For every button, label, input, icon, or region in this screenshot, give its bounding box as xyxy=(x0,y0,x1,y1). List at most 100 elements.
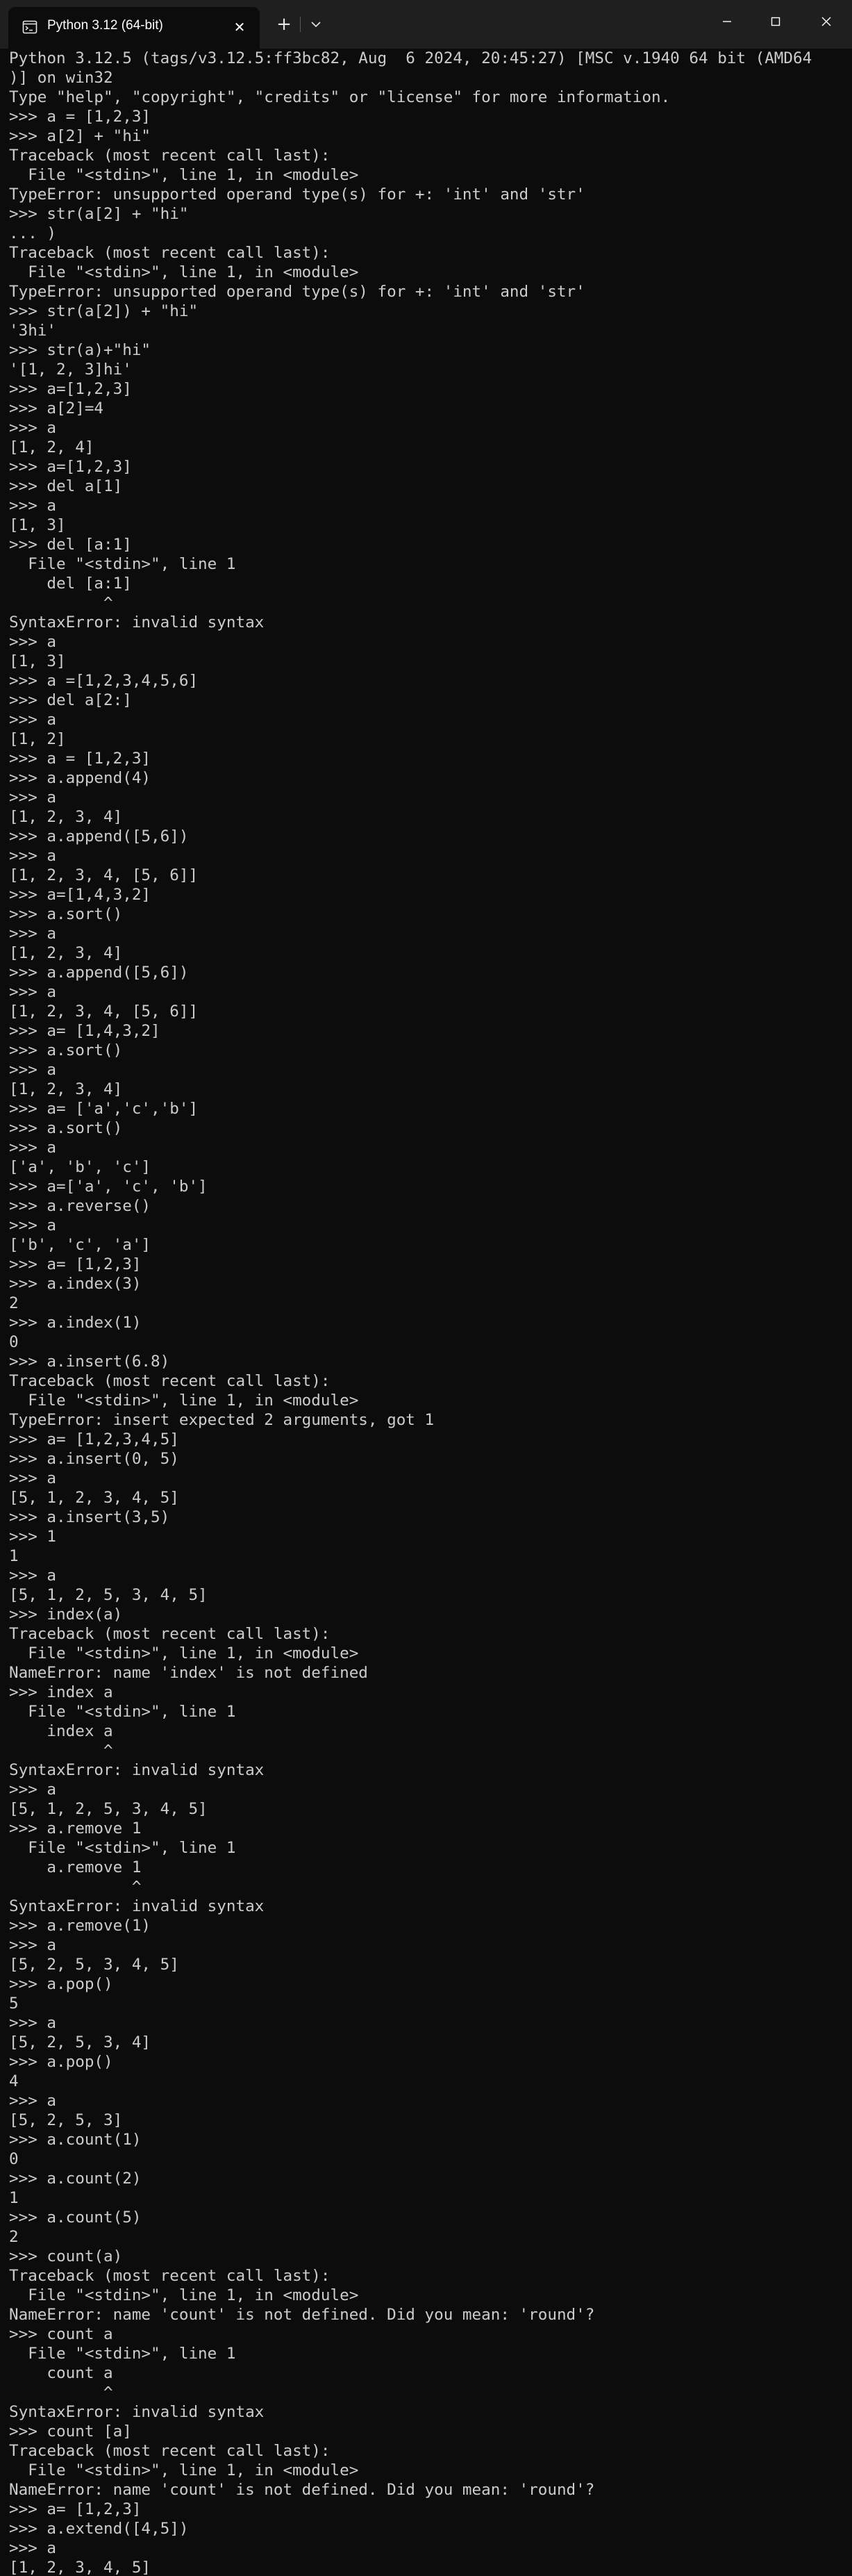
terminal-line: [5, 2, 5, 3, 4] xyxy=(9,2033,151,2051)
terminal-line: [1, 2] xyxy=(9,730,66,748)
terminal-line: >>> count a xyxy=(9,2325,113,2343)
terminal-line: >>> a.count(1) xyxy=(9,2131,142,2149)
terminal-line: >>> del [a:1] xyxy=(9,536,132,554)
terminal-line: Traceback (most recent call last): xyxy=(9,2442,331,2460)
terminal-line: File "<stdin>", line 1, in <module> xyxy=(9,2461,359,2479)
terminal-line: SyntaxError: invalid syntax xyxy=(9,2403,265,2421)
terminal-line: TypeError: unsupported operand type(s) f… xyxy=(9,283,585,301)
terminal-line: Traceback (most recent call last): xyxy=(9,147,331,165)
terminal-line: ['b', 'c', 'a'] xyxy=(9,1236,151,1254)
plus-icon[interactable]: + xyxy=(272,10,296,39)
terminal-line: '[1, 2, 3]hi' xyxy=(9,361,132,379)
terminal-line: SyntaxError: invalid syntax xyxy=(9,613,265,631)
terminal-line: [1, 3] xyxy=(9,652,66,670)
terminal-line: >>> str(a[2]) + "hi" xyxy=(9,302,199,320)
terminal-line: Traceback (most recent call last): xyxy=(9,244,331,262)
terminal-line: 0 xyxy=(9,2150,19,2168)
close-icon[interactable]: ✕ xyxy=(229,17,250,38)
terminal-line: >>> a = [1,2,3] xyxy=(9,750,151,768)
terminal-line: 1 xyxy=(9,2189,19,2207)
terminal-line: File "<stdin>", line 1, in <module> xyxy=(9,1392,359,1410)
terminal-line: >>> a xyxy=(9,2092,57,2110)
terminal-line: [1, 3] xyxy=(9,516,66,534)
terminal-line: >>> a =[1,2,3,4,5,6] xyxy=(9,672,199,690)
terminal-line: >>> 1 xyxy=(9,1528,57,1546)
terminal-line: >>> a= [1,2,3] xyxy=(9,1255,142,1273)
terminal-line: >>> a xyxy=(9,983,57,1001)
terminal-line: NameError: name 'count' is not defined. … xyxy=(9,2481,595,2499)
terminal-line: >>> del a[2:] xyxy=(9,691,132,709)
terminal-line: >>> a xyxy=(9,711,57,729)
terminal-line: File "<stdin>", line 1 xyxy=(9,2345,236,2363)
terminal-line: [1, 2, 3, 4, 5] xyxy=(9,2559,151,2576)
terminal-line: >>> a xyxy=(9,633,57,651)
terminal-line: File "<stdin>", line 1, in <module> xyxy=(9,1644,359,1662)
terminal-line: 2 xyxy=(9,1294,19,1312)
terminal-line: [1, 2, 3, 4, [5, 6]] xyxy=(9,1002,199,1021)
terminal-line: >>> a.count(2) xyxy=(9,2170,142,2188)
terminal-line: >>> a.insert(6.8) xyxy=(9,1353,170,1371)
terminal-line: >>> a.sort() xyxy=(9,1041,123,1059)
terminal-line: >>> a xyxy=(9,419,57,437)
terminal-line: >>> a.remove(1) xyxy=(9,1917,151,1935)
tab-title: Python 3.12 (64-bit) xyxy=(47,18,163,33)
terminal-line: File "<stdin>", line 1, in <module> xyxy=(9,2286,359,2304)
terminal-line: Python 3.12.5 (tags/v3.12.5:ff3bc82, Aug… xyxy=(9,49,812,67)
terminal-line: ^ xyxy=(9,594,113,612)
terminal-line: >>> a.index(1) xyxy=(9,1314,142,1332)
terminal-line: >>> a.sort() xyxy=(9,1119,123,1137)
terminal-line: >>> a.insert(0, 5) xyxy=(9,1450,179,1468)
terminal-line: >>> a.append(4) xyxy=(9,769,151,787)
maximize-icon[interactable] xyxy=(751,0,800,43)
terminal-line: SyntaxError: invalid syntax xyxy=(9,1897,265,1915)
terminal-line: >>> a[2] + "hi" xyxy=(9,127,151,145)
terminal-output[interactable]: Python 3.12.5 (tags/v3.12.5:ff3bc82, Aug… xyxy=(9,49,846,2576)
terminal-line: TypeError: insert expected 2 arguments, … xyxy=(9,1411,435,1429)
terminal-line: Traceback (most recent call last): xyxy=(9,1372,331,1390)
terminal-line: >>> a.index(3) xyxy=(9,1275,142,1293)
terminal-line: >>> a xyxy=(9,2014,57,2032)
terminal-line: NameError: name 'count' is not defined. … xyxy=(9,2306,595,2324)
terminal-line: [5, 2, 5, 3, 4, 5] xyxy=(9,1956,179,1974)
terminal-line: >>> a xyxy=(9,925,57,943)
terminal-line: >>> a xyxy=(9,1781,57,1799)
terminal-line: ^ xyxy=(9,1742,113,1760)
terminal-line: 1 xyxy=(9,1547,19,1565)
terminal-line: [1, 2, 3, 4] xyxy=(9,808,123,826)
terminal-line: 2 xyxy=(9,2228,19,2246)
terminal-line: index a xyxy=(9,1722,113,1740)
terminal-line: >>> a xyxy=(9,1936,57,1954)
terminal-line: [1, 2, 3, 4] xyxy=(9,1080,123,1098)
terminal-line: >>> a xyxy=(9,847,57,865)
terminal-line: >>> a.append([5,6]) xyxy=(9,964,189,982)
terminal-line: SyntaxError: invalid syntax xyxy=(9,1761,265,1779)
terminal-line: [5, 1, 2, 5, 3, 4, 5] xyxy=(9,1800,208,1818)
terminal-line: Traceback (most recent call last): xyxy=(9,2267,331,2285)
terminal-line: >>> a= ['a','c','b'] xyxy=(9,1100,199,1118)
terminal-line: count a xyxy=(9,2364,113,2382)
terminal-line: >>> a=[1,2,3] xyxy=(9,458,132,476)
terminal-line: >>> a xyxy=(9,497,57,515)
terminal-line: >>> a=[1,2,3] xyxy=(9,380,132,398)
terminal-line: >>> a.count(5) xyxy=(9,2208,142,2227)
terminal-line: 5 xyxy=(9,1995,19,2013)
window-close-icon[interactable] xyxy=(802,0,851,43)
chevron-down-icon[interactable] xyxy=(306,10,326,39)
terminal-line: File "<stdin>", line 1 xyxy=(9,1839,236,1857)
title-bar[interactable]: Python 3.12 (64-bit) ✕ + xyxy=(0,0,852,49)
terminal-line: >>> a.insert(3,5) xyxy=(9,1508,170,1526)
tab-python[interactable]: Python 3.12 (64-bit) ✕ xyxy=(8,7,260,49)
terminal-line: >>> a= [1,2,3] xyxy=(9,2500,142,2518)
terminal-line: [5, 1, 2, 3, 4, 5] xyxy=(9,1489,179,1507)
terminal-line: TypeError: unsupported operand type(s) f… xyxy=(9,185,585,204)
terminal-line: NameError: name 'index' is not defined xyxy=(9,1664,368,1682)
terminal-line: File "<stdin>", line 1, in <module> xyxy=(9,263,359,281)
terminal-line: >>> index(a) xyxy=(9,1605,123,1624)
minimize-icon[interactable] xyxy=(703,0,751,43)
terminal-line: >>> a= [1,2,3,4,5] xyxy=(9,1430,179,1448)
tab-divider xyxy=(300,17,301,32)
terminal-line: >>> a xyxy=(9,1139,57,1157)
terminal-line: [1, 2, 3, 4, [5, 6]] xyxy=(9,866,199,884)
terminal-line: ['a', 'b', 'c'] xyxy=(9,1158,151,1176)
terminal-line: ^ xyxy=(9,2384,113,2402)
